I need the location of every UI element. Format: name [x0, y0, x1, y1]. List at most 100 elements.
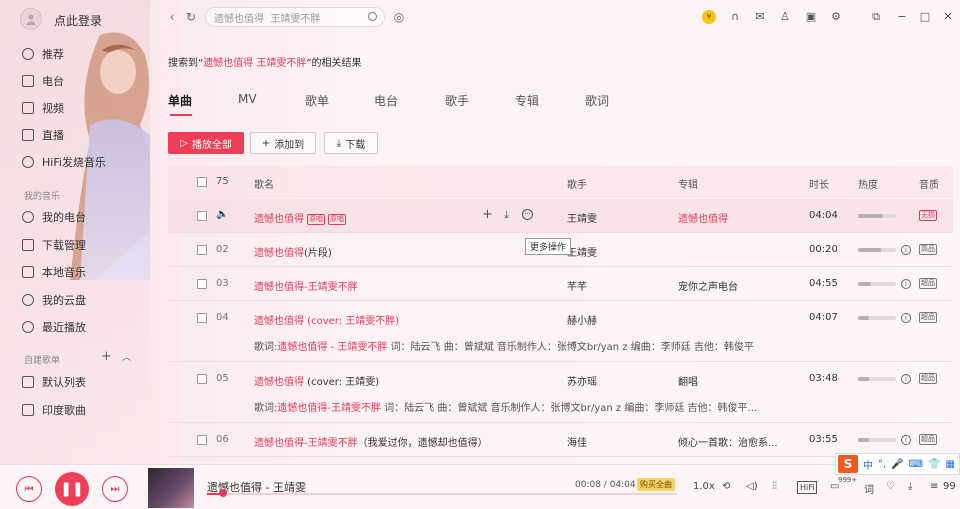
sidebar-item-live[interactable]: 直播 — [22, 126, 147, 144]
previous-track-button[interactable]: ⏮ — [16, 476, 42, 502]
like-icon[interactable]: ♡ — [886, 481, 895, 492]
playlist-icon[interactable]: ≡ — [930, 481, 938, 492]
tab-artist[interactable]: 歌手 — [445, 92, 469, 109]
row-checkbox[interactable] — [197, 435, 207, 445]
quality-badge[interactable]: 超品 — [919, 434, 937, 445]
chevron-up-icon[interactable]: ︿ — [122, 350, 131, 363]
info-icon[interactable]: i — [901, 279, 911, 289]
back-icon[interactable]: ‹ — [165, 10, 179, 24]
sidebar-item-playlist-indian[interactable]: 印度歌曲 — [22, 401, 147, 419]
quality-badge[interactable]: 高品 — [919, 244, 937, 255]
compact-mode-icon[interactable]: ⧉ — [868, 10, 884, 24]
row-checkbox[interactable] — [197, 245, 207, 255]
artist-link[interactable]: 王靖雯 — [567, 210, 597, 225]
toolbox-icon[interactable]: ▦ — [946, 459, 955, 470]
skin-icon[interactable]: ♙ — [777, 10, 793, 24]
album-link[interactable]: 遗憾也值得 — [678, 210, 728, 225]
sidebar-item-radio[interactable]: 电台 — [22, 72, 147, 90]
hifi-toggle[interactable]: HiFi — [797, 481, 818, 494]
sidebar-item-local-music[interactable]: 本地音乐 — [22, 263, 147, 281]
skin-icon[interactable]: 👕 — [928, 459, 940, 470]
song-title[interactable]: 遗憾也值得 (cover: 王靖雯不胖) — [254, 312, 399, 327]
coin-icon[interactable]: ¥ — [702, 10, 716, 24]
search-box[interactable] — [205, 7, 385, 27]
loop-icon[interactable]: ⟲ — [722, 481, 730, 492]
play-all-button[interactable]: ▷ 播放全部 — [168, 132, 244, 154]
minimize-icon[interactable]: − — [894, 10, 910, 24]
tab-album[interactable]: 专辑 — [515, 92, 539, 109]
add-playlist-icon[interactable]: + — [101, 349, 112, 364]
album-link[interactable]: 宠你之声电台 — [678, 278, 738, 293]
search-icon[interactable] — [368, 12, 377, 21]
artist-link[interactable]: 王靖雯 — [567, 244, 597, 259]
album-cover[interactable] — [148, 468, 194, 508]
settings-icon[interactable]: ⚙ — [828, 10, 844, 24]
table-row[interactable]: 05 遗憾也值得 (cover: 王靖雯) 苏亦瑶 翻唱 03:48 i 超品 … — [168, 362, 953, 423]
user-avatar[interactable] — [20, 8, 42, 30]
tab-mv[interactable]: MV — [238, 92, 257, 106]
info-icon[interactable]: i — [901, 245, 911, 255]
album-link[interactable]: 翻唱 — [678, 373, 698, 388]
song-title[interactable]: 遗憾也值得(片段) — [254, 244, 332, 259]
mini-player-icon[interactable]: ▣ — [803, 10, 819, 24]
login-link[interactable]: 点此登录 — [54, 12, 102, 29]
song-title[interactable]: 遗憾也值得-王靖雯不胖（我爱过你，遗憾却也值得） — [254, 434, 488, 449]
artist-link[interactable]: 赫小赫 — [567, 312, 597, 327]
refresh-icon[interactable]: ↻ — [184, 10, 198, 24]
sidebar-item-recommend[interactable]: 推荐 — [22, 45, 147, 63]
ime-language-label[interactable]: 中 — [863, 457, 873, 472]
pause-button[interactable]: ❚❚ — [55, 472, 89, 506]
song-title[interactable]: 遗憾也值得 (cover: 王靖雯) — [254, 373, 379, 388]
row-checkbox[interactable] — [197, 374, 207, 384]
song-title[interactable]: 遗憾也值得-王靖雯不胖 — [254, 278, 358, 293]
progress-knob[interactable] — [219, 489, 227, 497]
row-checkbox[interactable] — [197, 313, 207, 323]
close-icon[interactable]: ✕ — [940, 10, 956, 24]
download-icon[interactable]: ⤓ — [908, 481, 912, 492]
song-title[interactable]: 遗憾也值得 原唱 原唱 — [254, 210, 346, 225]
sidebar-item-downloads[interactable]: 下载管理 — [22, 236, 147, 254]
next-track-button[interactable]: ⏭ — [102, 476, 128, 502]
sidebar-item-cloud[interactable]: 我的云盘 — [22, 291, 147, 309]
quality-badge[interactable]: 超品 — [919, 373, 937, 384]
tab-single[interactable]: 单曲 — [168, 92, 192, 109]
tab-radio[interactable]: 电台 — [374, 92, 398, 109]
quality-badge[interactable]: 超品 — [919, 312, 937, 323]
volume-icon[interactable]: ◁) — [746, 481, 758, 492]
search-input[interactable] — [214, 10, 364, 25]
lyrics-icon[interactable]: 词 — [864, 481, 874, 496]
quality-badge[interactable]: 超品 — [919, 278, 937, 289]
table-row[interactable]: 03 遗憾也值得-王靖雯不胖 芊芊 宠你之声电台 04:55 i 超品 — [168, 267, 953, 301]
headphones-icon[interactable]: ∩ — [727, 10, 743, 24]
album-link[interactable]: 倾心一首歌：治愈系... — [678, 434, 778, 449]
punctuation-icon[interactable]: °, — [878, 459, 886, 470]
buy-song-button[interactable]: 购买全曲 — [637, 478, 675, 491]
sidebar-item-video[interactable]: 视频 — [22, 99, 147, 117]
tab-playlist[interactable]: 歌单 — [305, 92, 329, 109]
table-row[interactable]: 04 遗憾也值得 (cover: 王靖雯不胖) 赫小赫 04:07 i 超品 歌… — [168, 301, 953, 362]
tab-lyrics[interactable]: 歌词 — [585, 92, 609, 109]
info-icon[interactable]: i — [901, 313, 911, 323]
add-icon[interactable]: + — [482, 207, 493, 222]
microphone-icon[interactable]: 🎤 — [891, 459, 903, 470]
mail-icon[interactable]: ✉ — [752, 10, 768, 24]
playback-speed[interactable]: 1.0x — [693, 481, 715, 492]
download-icon[interactable]: ⤓ — [504, 208, 509, 222]
info-icon[interactable]: i — [901, 374, 911, 384]
artist-link[interactable]: 苏亦瑶 — [567, 373, 597, 388]
select-all-checkbox[interactable] — [197, 177, 207, 187]
input-method-toolbar[interactable]: S 中 °, 🎤 ⌨ 👕 ▦ — [835, 453, 960, 475]
table-row[interactable]: 06 遗憾也值得-王靖雯不胖（我爱过你，遗憾却也值得） 海佳 倾心一首歌：治愈系… — [168, 423, 953, 457]
equalizer-icon[interactable]: ⫶⫶ — [772, 481, 777, 492]
artist-link[interactable]: 芊芊 — [567, 278, 587, 293]
row-checkbox[interactable] — [197, 211, 207, 221]
sidebar-item-playlist-default[interactable]: 默认列表 — [22, 373, 147, 391]
row-checkbox[interactable] — [197, 279, 207, 289]
voice-search-icon[interactable]: ◎ — [392, 10, 406, 24]
sidebar-item-hifi[interactable]: HiFi发烧音乐 — [22, 153, 147, 171]
sidebar-item-my-radio[interactable]: 我的电台 — [22, 208, 147, 226]
add-to-button[interactable]: + 添加到 — [250, 132, 316, 154]
artist-link[interactable]: 海佳 — [567, 434, 587, 449]
download-button[interactable]: ⤓ 下载 — [324, 132, 378, 154]
sidebar-item-recent[interactable]: 最近播放 — [22, 318, 147, 336]
